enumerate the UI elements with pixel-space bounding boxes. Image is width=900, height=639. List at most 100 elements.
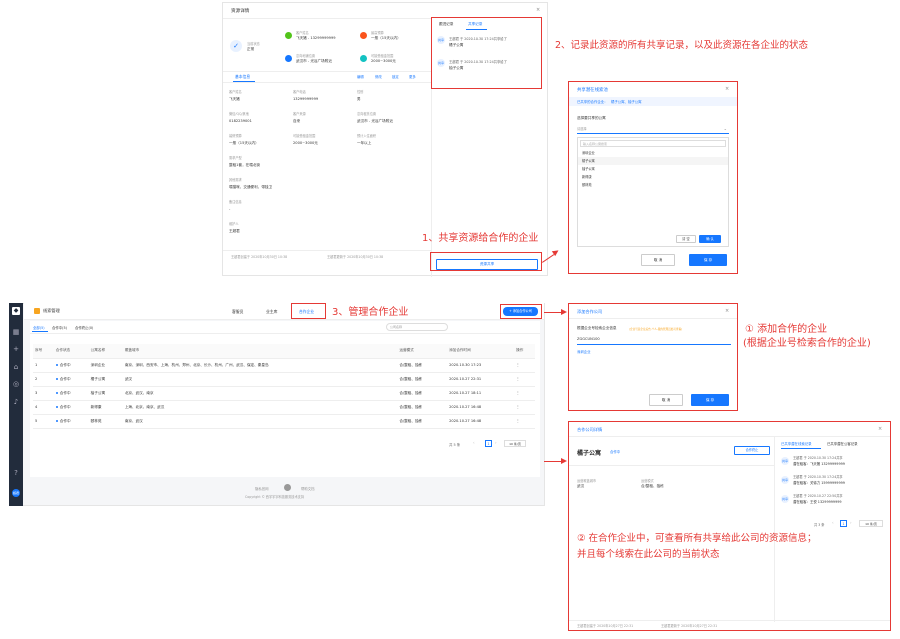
share-modal-title: 共享潜在线索池	[577, 88, 608, 93]
top-bar	[24, 303, 544, 320]
field-label: 预计入住面积	[357, 134, 377, 138]
share-icon: 共享	[781, 476, 789, 484]
confirm-button[interactable]: 确 认	[699, 235, 721, 243]
edit-link[interactable]: 编辑	[357, 74, 364, 79]
bell-icon[interactable]: ♪	[12, 398, 20, 406]
grid-icon[interactable]: ▦	[12, 328, 20, 336]
info-label: 最高预算	[371, 31, 384, 35]
info-field: 客户来源 自来	[293, 111, 306, 124]
field-label: 微信/QQ/其他	[229, 112, 249, 116]
cancel-button[interactable]: 取 消	[649, 394, 683, 406]
close-icon[interactable]: ×	[725, 308, 729, 314]
page-size-select[interactable]: 10 条/页	[504, 440, 526, 447]
city-value: 武汉	[577, 484, 585, 488]
select-option[interactable]: 新得康	[578, 173, 728, 181]
shared-value: 橘子公寓、柚子公寓	[611, 100, 642, 104]
table-cell: 新得康	[88, 400, 123, 415]
footer-link-privacy[interactable]: 隐私官网	[255, 486, 269, 491]
field-label: 备注信息	[229, 200, 242, 204]
status-dot-icon	[55, 377, 58, 380]
field-label: 性别	[357, 90, 364, 94]
info-value: 武汉市 - 光谷广场附近	[296, 59, 332, 63]
table-cell: 合/整租、独栋	[397, 400, 448, 415]
table-row[interactable]: 5 合作中 颐林苑 南京、武汉 合/整租、独栋 2020.10.27 16:48 ⋮	[33, 414, 535, 429]
terminate-partner-button[interactable]: 合作终止	[734, 446, 770, 455]
page-1[interactable]: 1	[485, 440, 492, 447]
prev-page-icon[interactable]: ‹	[473, 440, 475, 445]
partner-tab-highlight	[291, 303, 326, 319]
row-actions-menu[interactable]: ⋮	[514, 414, 535, 429]
next-page-icon[interactable]: ›	[495, 440, 497, 445]
cancel-button[interactable]: 取 消	[641, 254, 675, 266]
status-badge: 合作中	[59, 404, 71, 409]
page-1[interactable]: 1	[840, 520, 847, 527]
dropdown-search-input[interactable]: 输入名称公寓搜索	[580, 140, 726, 147]
table-row[interactable]: 2 合作中 橘子公寓 武汉 合/整租、独栋 2020.10.27 22:31 ⋮	[33, 372, 535, 387]
tab-basic-info[interactable]: 基本信息	[235, 74, 250, 80]
nav-customer-service[interactable]: 客服员	[232, 309, 243, 315]
home-icon[interactable]: ⌂	[12, 363, 20, 371]
status-badge: 合作中	[59, 376, 71, 381]
created-info: 王超君创建于 2020年10月27日 22:31	[577, 624, 634, 628]
field-value: 自来	[293, 119, 301, 123]
tab-shared-leads[interactable]: 已共享潜在线索记录	[781, 441, 812, 446]
table-cell: 深圳企业	[88, 358, 123, 373]
modify-link[interactable]: 修改	[375, 74, 382, 79]
company-search-input[interactable]: 公司名称	[386, 323, 448, 331]
table-row[interactable]: 3 合作中 柚子公寓 北京、武汉、南京 合/整租、独栋 2020.10.27 18:11 ⋮	[33, 386, 535, 401]
share-records-highlight	[431, 17, 542, 89]
field-value: 0182239001	[229, 119, 252, 123]
partners-table: 序号 合作状态 公寓名称 覆盖城市 运营模式 添加合作时间 操作 1 合作中 深圳企业 南京、深圳…	[33, 344, 535, 429]
row-actions-menu[interactable]: ⋮	[514, 386, 535, 401]
footer-link-help[interactable]: 帮助文档	[301, 486, 315, 491]
nav-owner-library[interactable]: 业主库	[266, 309, 277, 315]
info-label: 客户姓名	[296, 31, 309, 35]
annotation-share-records: 2、记录此资源的所有共享记录，以及此资源在各企业的状态	[555, 40, 809, 51]
row-actions-menu[interactable]: ⋮	[514, 372, 535, 387]
page-size-select[interactable]: 10 条/页	[859, 520, 883, 527]
select-option[interactable]: 深圳企业	[578, 149, 728, 157]
share-pool-modal: 共享潜在线索池 × 已共享的合作企业： 橘子公寓、柚子公寓 选择要共享的公寓 请…	[568, 81, 738, 274]
filter-active[interactable]: 合作中(5)	[52, 325, 67, 330]
info-label: 可接受租金范围	[371, 54, 394, 58]
status-badge: 合作中	[59, 390, 71, 395]
share-icon: 共享	[781, 495, 789, 503]
close-icon[interactable]: ×	[878, 426, 882, 432]
company-select[interactable]: 请选择 ⌄	[577, 126, 729, 134]
help-icon[interactable]: ?	[12, 469, 20, 477]
avatar[interactable]: 超君	[12, 489, 20, 497]
company-number-input[interactable]: ZGGCUN100	[577, 337, 731, 345]
info-value: 飞天猪 - 13299999999	[296, 36, 336, 40]
info-field: 意向租赁位置 武汉市 - 光谷广场附近	[357, 111, 393, 124]
field-value: 男	[357, 97, 361, 101]
next-page-icon[interactable]: ›	[850, 520, 852, 525]
filter-terminated[interactable]: 合作终止(0)	[75, 325, 93, 330]
more-link[interactable]: 更多	[409, 74, 416, 79]
save-button[interactable]: 保 存	[691, 394, 729, 406]
field-value: 喂猫咪，交通便利，带独卫	[229, 185, 273, 189]
table-row[interactable]: 4 合作中 新得康 上海、北京、南京、武汉 合/整租、独栋 2020.10.27 16:4…	[33, 400, 535, 415]
row-actions-menu[interactable]: ⋮	[514, 358, 535, 373]
close-icon[interactable]: ×	[725, 86, 729, 92]
select-option[interactable]: 橘子公寓	[578, 157, 728, 165]
lock-icon[interactable]: ◎	[12, 380, 20, 388]
lock-link[interactable]: 锁定	[392, 74, 399, 79]
save-button[interactable]: 保 存	[689, 254, 727, 266]
plus-icon[interactable]: +	[12, 345, 20, 353]
logo-icon: ◆	[12, 307, 20, 315]
table-row[interactable]: 1 合作中 深圳企业 南京、深圳、西安市、上海、杭州、郑州、北京、长沙、杭州、广州、武…	[33, 358, 535, 373]
info-value: 一般（15天以内）	[371, 36, 401, 40]
field-label: 装修预算	[229, 134, 242, 138]
select-option[interactable]: 颐林苑	[578, 181, 728, 189]
select-option[interactable]: 柚子公寓	[578, 165, 728, 173]
prev-page-icon[interactable]: ‹	[832, 520, 834, 525]
info-field: 其他需求 喂猫咪，交通便利，带独卫	[229, 177, 272, 190]
filter-all[interactable]: 全部(5)	[33, 325, 45, 330]
clear-button[interactable]: 清 空	[676, 235, 696, 243]
search-result[interactable]: 深圳企业	[577, 349, 591, 354]
close-icon[interactable]: ×	[536, 7, 540, 13]
row-actions-menu[interactable]: ⋮	[514, 400, 535, 415]
tab-shared-public[interactable]: 已共享潜在公客记录	[827, 441, 858, 446]
field-label: 客户姓名	[229, 90, 242, 94]
partner-name: 橘子公寓	[577, 450, 602, 457]
